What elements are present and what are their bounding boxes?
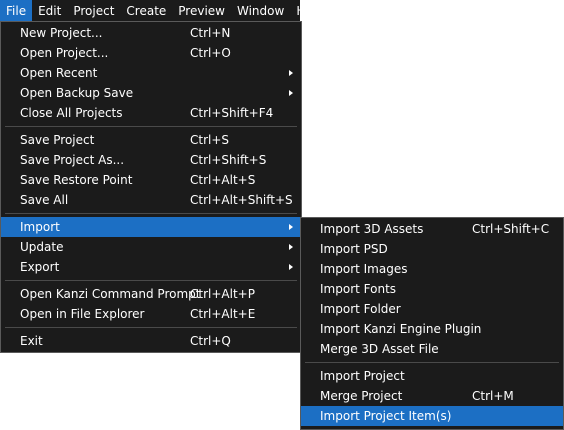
menu-item-label: Import Images [320,262,408,276]
menu-item-import-project[interactable]: Import Project [301,366,563,386]
menu-item-import-psd[interactable]: Import PSD [301,239,563,259]
submenu-arrow-icon [289,244,293,250]
menu-separator [5,213,297,214]
menu-item-label: Close All Projects [20,106,123,120]
menu-item-label: Merge Project [320,389,403,403]
menu-help[interactable]: Help [290,0,329,22]
menu-item-shortcut: Ctrl+Q [190,334,231,348]
menu-item-label: Import Kanzi Engine Plugin [320,322,482,336]
menu-item-label: Open Kanzi Command Prompt [20,287,201,301]
menu-item-save-project-as[interactable]: Save Project As... Ctrl+Shift+S [1,150,301,170]
import-submenu: Import 3D Assets Ctrl+Shift+C Import PSD… [300,217,564,430]
menu-item-label: Import Fonts [320,282,397,296]
menu-item-label: Import PSD [320,242,388,256]
menu-item-label: Import [20,220,60,234]
menu-item-export[interactable]: Export [1,257,301,277]
file-menu-dropdown: New Project... Ctrl+N Open Project... Ct… [0,21,302,353]
menu-window[interactable]: Window [231,0,290,22]
menu-item-save-restore-point[interactable]: Save Restore Point Ctrl+Alt+S [1,170,301,190]
menu-item-open-backup-save[interactable]: Open Backup Save [1,83,301,103]
submenu-arrow-icon [289,264,293,270]
menu-item-update[interactable]: Update [1,237,301,257]
menu-item-import-fonts[interactable]: Import Fonts [301,279,563,299]
submenu-arrow-icon [289,224,293,230]
menu-item-label: Save All [20,193,69,207]
menu-item-shortcut: Ctrl+O [190,46,231,60]
menu-item-label: Import Folder [320,302,401,316]
menu-item-new-project[interactable]: New Project... Ctrl+N [1,23,301,43]
menu-file[interactable]: File [0,0,33,22]
submenu-arrow-icon [289,90,293,96]
menu-item-label: New Project... [20,26,103,40]
menu-item-import-folder[interactable]: Import Folder [301,299,563,319]
menu-item-label: Save Project [20,133,95,147]
menu-separator [5,327,297,328]
menu-item-import-kanzi-engine-plugin[interactable]: Import Kanzi Engine Plugin [301,319,563,339]
menu-item-label: Import 3D Assets [320,222,424,236]
menu-item-open-recent[interactable]: Open Recent [1,63,301,83]
menu-item-shortcut: Ctrl+N [190,26,231,40]
menu-separator [5,126,297,127]
menu-item-label: Open Project... [20,46,109,60]
menu-item-label: Merge 3D Asset File [320,342,439,356]
menu-item-label: Update [20,240,64,254]
menu-item-import-images[interactable]: Import Images [301,259,563,279]
menu-item-label: Import Project [320,369,405,383]
menu-item-label: Exit [20,334,43,348]
menu-item-shortcut: Ctrl+M [472,389,514,403]
menu-item-label: Import Project Item(s) [320,409,452,423]
menu-item-merge-3d-asset-file[interactable]: Merge 3D Asset File [301,339,563,359]
menu-item-open-kanzi-command-prompt[interactable]: Open Kanzi Command Prompt Ctrl+Alt+P [1,284,301,304]
menu-item-shortcut: Ctrl+Alt+S [190,173,256,187]
menu-item-shortcut: Ctrl+Alt+Shift+S [190,193,293,207]
menu-item-shortcut: Ctrl+S [190,133,230,147]
menu-item-label: Open Recent [20,66,98,80]
menu-item-label: Export [20,260,60,274]
menu-item-label: Open in File Explorer [20,307,145,321]
menu-separator [5,280,297,281]
menu-item-shortcut: Ctrl+Alt+P [190,287,255,301]
menu-create[interactable]: Create [120,0,172,22]
menu-item-import[interactable]: Import [1,217,301,237]
menu-item-save-project[interactable]: Save Project Ctrl+S [1,130,301,150]
menu-item-exit[interactable]: Exit Ctrl+Q [1,331,301,351]
menu-project[interactable]: Project [67,0,120,22]
menu-item-shortcut: Ctrl+Shift+C [472,222,550,236]
menu-item-merge-project[interactable]: Merge Project Ctrl+M [301,386,563,406]
menu-item-shortcut: Ctrl+Shift+S [190,153,267,167]
menu-item-label: Open Backup Save [20,86,134,100]
menu-separator [305,362,559,363]
menu-bar: File Edit Project Create Preview Window … [0,0,324,22]
menu-item-label: Save Project As... [20,153,125,167]
menu-item-open-project[interactable]: Open Project... Ctrl+O [1,43,301,63]
menu-item-save-all[interactable]: Save All Ctrl+Alt+Shift+S [1,190,301,210]
menu-item-label: Save Restore Point [20,173,133,187]
menu-item-close-all-projects[interactable]: Close All Projects Ctrl+Shift+F4 [1,103,301,123]
menu-preview[interactable]: Preview [172,0,231,22]
menu-item-shortcut: Ctrl+Alt+E [190,307,256,321]
menu-item-open-in-file-explorer[interactable]: Open in File Explorer Ctrl+Alt+E [1,304,301,324]
submenu-arrow-icon [289,70,293,76]
menu-item-import-project-items[interactable]: Import Project Item(s) [301,406,563,426]
menu-item-shortcut: Ctrl+Shift+F4 [190,106,274,120]
menu-edit[interactable]: Edit [32,0,67,22]
menu-item-import-3d-assets[interactable]: Import 3D Assets Ctrl+Shift+C [301,219,563,239]
